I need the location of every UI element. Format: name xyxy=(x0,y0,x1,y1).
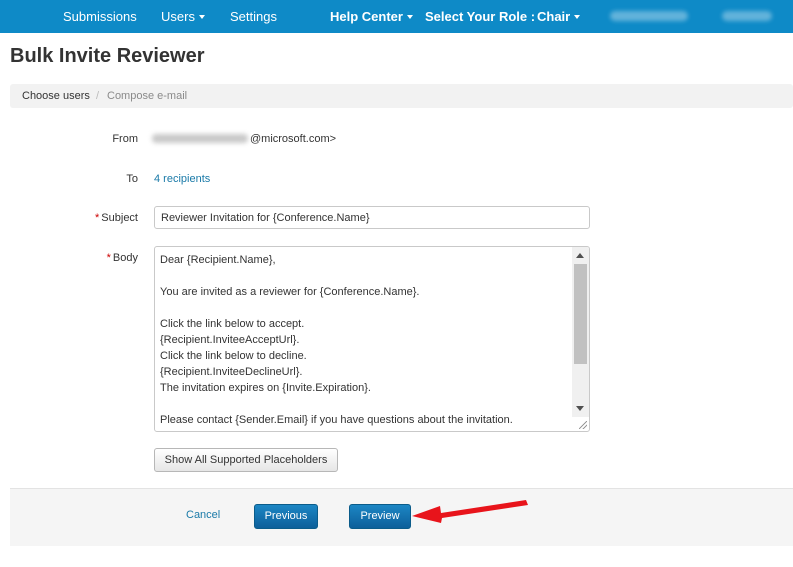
annotation-arrow-icon xyxy=(412,500,528,523)
